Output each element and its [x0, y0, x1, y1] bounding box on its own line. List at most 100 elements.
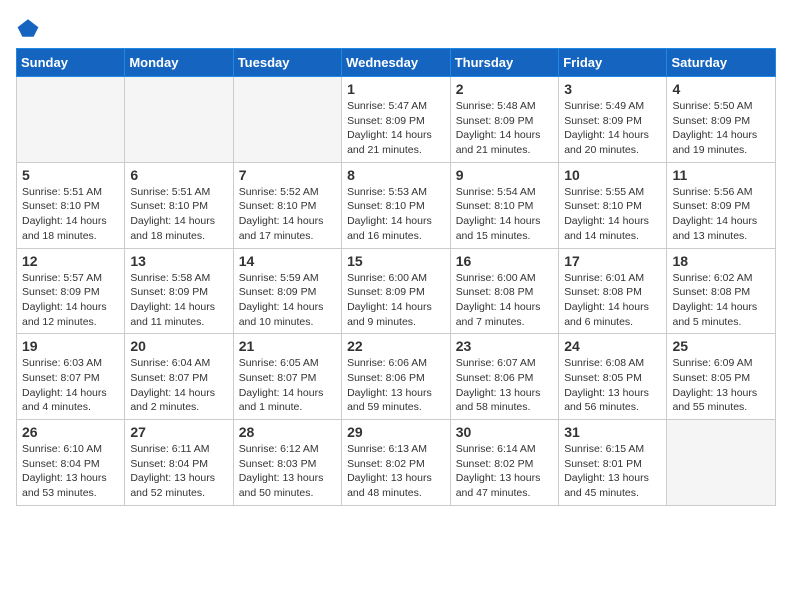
- header-day-wednesday: Wednesday: [342, 49, 451, 77]
- day-number: 21: [239, 338, 336, 354]
- day-info: Sunrise: 5:47 AM Sunset: 8:09 PM Dayligh…: [347, 99, 445, 158]
- day-info: Sunrise: 5:58 AM Sunset: 8:09 PM Dayligh…: [130, 271, 227, 330]
- calendar-cell: 21 Sunrise: 6:05 AM Sunset: 8:07 PM Dayli…: [233, 334, 341, 420]
- day-number: 1: [347, 81, 445, 97]
- day-number: 23: [456, 338, 553, 354]
- day-number: 6: [130, 167, 227, 183]
- calendar-cell: 1 Sunrise: 5:47 AM Sunset: 8:09 PM Daylig…: [342, 77, 451, 163]
- calendar-cell: 11 Sunrise: 5:56 AM Sunset: 8:09 PM Dayli…: [667, 162, 776, 248]
- header-day-friday: Friday: [559, 49, 667, 77]
- day-number: 9: [456, 167, 553, 183]
- day-number: 3: [564, 81, 661, 97]
- calendar-cell: 19Sunrise: 6:03 AM Sunset: 8:07 PM Dayli…: [17, 334, 125, 420]
- day-info: Sunrise: 5:56 AM Sunset: 8:09 PM Dayligh…: [672, 185, 770, 244]
- day-number: 27: [130, 424, 227, 440]
- page-header: [16, 16, 776, 40]
- calendar-cell: 31 Sunrise: 6:15 AM Sunset: 8:01 PM Dayli…: [559, 420, 667, 506]
- calendar-cell: 16 Sunrise: 6:00 AM Sunset: 8:08 PM Dayli…: [450, 248, 558, 334]
- day-info: Sunrise: 6:14 AM Sunset: 8:02 PM Dayligh…: [456, 442, 553, 501]
- calendar-cell: 6 Sunrise: 5:51 AM Sunset: 8:10 PM Daylig…: [125, 162, 233, 248]
- calendar-cell: 26Sunrise: 6:10 AM Sunset: 8:04 PM Dayli…: [17, 420, 125, 506]
- day-info: Sunrise: 5:48 AM Sunset: 8:09 PM Dayligh…: [456, 99, 553, 158]
- day-number: 28: [239, 424, 336, 440]
- calendar-cell: [125, 77, 233, 163]
- calendar-cell: 14Sunrise: 5:59 AM Sunset: 8:09 PM Dayli…: [233, 248, 341, 334]
- day-info: Sunrise: 6:11 AM Sunset: 8:04 PM Dayligh…: [130, 442, 227, 501]
- logo-icon: [16, 16, 40, 40]
- day-info: Sunrise: 6:13 AM Sunset: 8:02 PM Dayligh…: [347, 442, 445, 501]
- calendar-cell: 29 Sunrise: 6:13 AM Sunset: 8:02 PM Dayli…: [342, 420, 451, 506]
- day-info: Sunrise: 6:05 AM Sunset: 8:07 PM Dayligh…: [239, 356, 336, 415]
- day-info: Sunrise: 6:10 AM Sunset: 8:04 PM Dayligh…: [22, 442, 119, 501]
- day-info: Sunrise: 5:51 AM Sunset: 8:10 PM Dayligh…: [22, 185, 119, 244]
- day-number: 15: [347, 253, 445, 269]
- day-info: Sunrise: 6:01 AM Sunset: 8:08 PM Dayligh…: [564, 271, 661, 330]
- week-row-1: 1 Sunrise: 5:47 AM Sunset: 8:09 PM Daylig…: [17, 77, 776, 163]
- day-number: 8: [347, 167, 445, 183]
- calendar-cell: 23 Sunrise: 6:07 AM Sunset: 8:06 PM Dayli…: [450, 334, 558, 420]
- calendar-cell: 25 Sunrise: 6:09 AM Sunset: 8:05 PM Dayli…: [667, 334, 776, 420]
- calendar-cell: 20 Sunrise: 6:04 AM Sunset: 8:07 PM Dayli…: [125, 334, 233, 420]
- day-info: Sunrise: 5:50 AM Sunset: 8:09 PM Dayligh…: [672, 99, 770, 158]
- day-number: 29: [347, 424, 445, 440]
- header-day-monday: Monday: [125, 49, 233, 77]
- calendar-cell: 18Sunrise: 6:02 AM Sunset: 8:08 PM Dayli…: [667, 248, 776, 334]
- calendar-cell: 3 Sunrise: 5:49 AM Sunset: 8:09 PM Daylig…: [559, 77, 667, 163]
- day-number: 11: [672, 167, 770, 183]
- calendar-cell: 27 Sunrise: 6:11 AM Sunset: 8:04 PM Dayli…: [125, 420, 233, 506]
- calendar-cell: 24Sunrise: 6:08 AM Sunset: 8:05 PM Dayli…: [559, 334, 667, 420]
- day-number: 30: [456, 424, 553, 440]
- day-number: 22: [347, 338, 445, 354]
- header-day-thursday: Thursday: [450, 49, 558, 77]
- week-row-2: 5 Sunrise: 5:51 AM Sunset: 8:10 PM Daylig…: [17, 162, 776, 248]
- day-number: 25: [672, 338, 770, 354]
- day-info: Sunrise: 6:00 AM Sunset: 8:08 PM Dayligh…: [456, 271, 553, 330]
- day-info: Sunrise: 6:04 AM Sunset: 8:07 PM Dayligh…: [130, 356, 227, 415]
- day-number: 24: [564, 338, 661, 354]
- calendar-cell: [233, 77, 341, 163]
- day-number: 13: [130, 253, 227, 269]
- day-number: 14: [239, 253, 336, 269]
- calendar-cell: 13 Sunrise: 5:58 AM Sunset: 8:09 PM Dayli…: [125, 248, 233, 334]
- header-day-saturday: Saturday: [667, 49, 776, 77]
- day-number: 4: [672, 81, 770, 97]
- day-info: Sunrise: 6:12 AM Sunset: 8:03 PM Dayligh…: [239, 442, 336, 501]
- calendar-cell: [667, 420, 776, 506]
- calendar-cell: 8 Sunrise: 5:53 AM Sunset: 8:10 PM Daylig…: [342, 162, 451, 248]
- day-info: Sunrise: 5:49 AM Sunset: 8:09 PM Dayligh…: [564, 99, 661, 158]
- day-number: 5: [22, 167, 119, 183]
- day-number: 18: [672, 253, 770, 269]
- calendar-cell: 7Sunrise: 5:52 AM Sunset: 8:10 PM Daylig…: [233, 162, 341, 248]
- calendar-cell: 15 Sunrise: 6:00 AM Sunset: 8:09 PM Dayli…: [342, 248, 451, 334]
- calendar-cell: 2 Sunrise: 5:48 AM Sunset: 8:09 PM Daylig…: [450, 77, 558, 163]
- week-row-4: 19Sunrise: 6:03 AM Sunset: 8:07 PM Dayli…: [17, 334, 776, 420]
- day-info: Sunrise: 5:55 AM Sunset: 8:10 PM Dayligh…: [564, 185, 661, 244]
- day-number: 2: [456, 81, 553, 97]
- header-row: SundayMondayTuesdayWednesdayThursdayFrid…: [17, 49, 776, 77]
- day-number: 7: [239, 167, 336, 183]
- day-number: 12: [22, 253, 119, 269]
- calendar-cell: 28 Sunrise: 6:12 AM Sunset: 8:03 PM Dayli…: [233, 420, 341, 506]
- calendar-header: SundayMondayTuesdayWednesdayThursdayFrid…: [17, 49, 776, 77]
- calendar-cell: 9 Sunrise: 5:54 AM Sunset: 8:10 PM Daylig…: [450, 162, 558, 248]
- day-info: Sunrise: 5:53 AM Sunset: 8:10 PM Dayligh…: [347, 185, 445, 244]
- header-day-tuesday: Tuesday: [233, 49, 341, 77]
- day-info: Sunrise: 6:15 AM Sunset: 8:01 PM Dayligh…: [564, 442, 661, 501]
- calendar-cell: 22 Sunrise: 6:06 AM Sunset: 8:06 PM Dayli…: [342, 334, 451, 420]
- day-number: 31: [564, 424, 661, 440]
- day-number: 16: [456, 253, 553, 269]
- calendar-cell: 5 Sunrise: 5:51 AM Sunset: 8:10 PM Daylig…: [17, 162, 125, 248]
- calendar-body: 1 Sunrise: 5:47 AM Sunset: 8:09 PM Daylig…: [17, 77, 776, 506]
- day-info: Sunrise: 6:09 AM Sunset: 8:05 PM Dayligh…: [672, 356, 770, 415]
- day-number: 20: [130, 338, 227, 354]
- calendar-cell: 4 Sunrise: 5:50 AM Sunset: 8:09 PM Daylig…: [667, 77, 776, 163]
- week-row-5: 26Sunrise: 6:10 AM Sunset: 8:04 PM Dayli…: [17, 420, 776, 506]
- day-info: Sunrise: 6:03 AM Sunset: 8:07 PM Dayligh…: [22, 356, 119, 415]
- day-info: Sunrise: 6:07 AM Sunset: 8:06 PM Dayligh…: [456, 356, 553, 415]
- day-info: Sunrise: 5:51 AM Sunset: 8:10 PM Dayligh…: [130, 185, 227, 244]
- day-info: Sunrise: 5:54 AM Sunset: 8:10 PM Dayligh…: [456, 185, 553, 244]
- day-info: Sunrise: 6:06 AM Sunset: 8:06 PM Dayligh…: [347, 356, 445, 415]
- day-info: Sunrise: 5:57 AM Sunset: 8:09 PM Dayligh…: [22, 271, 119, 330]
- day-info: Sunrise: 6:00 AM Sunset: 8:09 PM Dayligh…: [347, 271, 445, 330]
- week-row-3: 12 Sunrise: 5:57 AM Sunset: 8:09 PM Dayli…: [17, 248, 776, 334]
